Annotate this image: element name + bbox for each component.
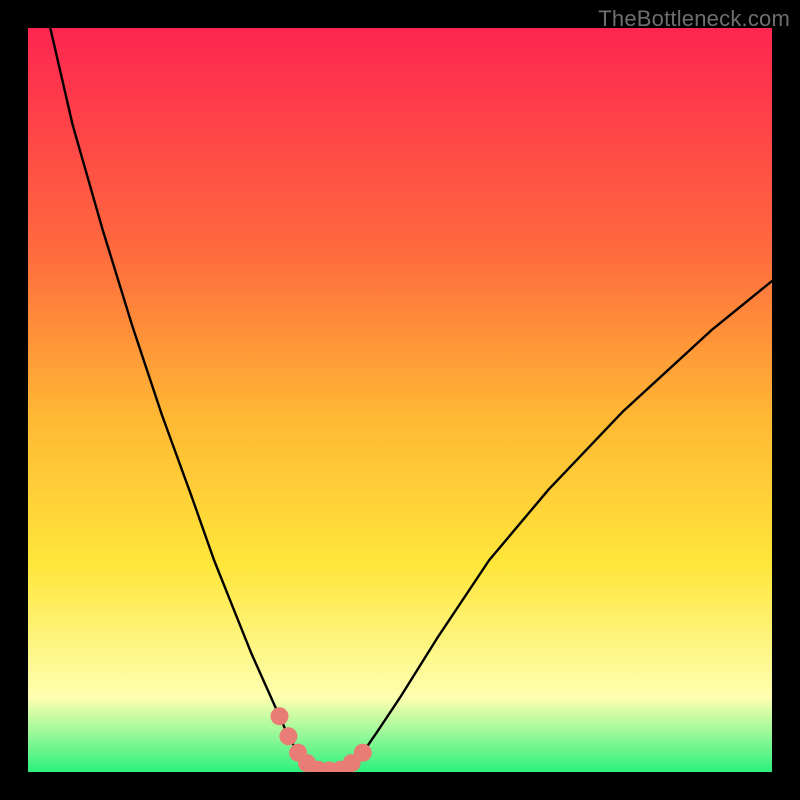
marker-dot <box>354 744 372 762</box>
plot-area <box>28 28 772 772</box>
chart-frame: TheBottleneck.com <box>0 0 800 800</box>
marker-dot <box>279 727 297 745</box>
gradient-background <box>28 28 772 772</box>
chart-svg <box>28 28 772 772</box>
watermark-text: TheBottleneck.com <box>598 6 790 32</box>
marker-dot <box>271 707 289 725</box>
